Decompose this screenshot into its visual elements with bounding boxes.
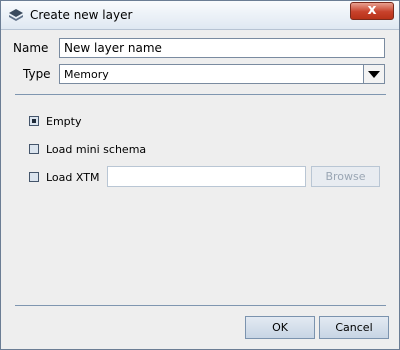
load-mini-schema-radio[interactable] (29, 144, 39, 154)
browse-button[interactable]: Browse (311, 166, 380, 187)
empty-radio[interactable] (29, 116, 39, 126)
close-icon: x (367, 2, 377, 18)
type-select[interactable]: Memory (59, 64, 385, 84)
type-selected-value: Memory (64, 68, 109, 81)
name-input[interactable]: New layer name (59, 38, 385, 58)
title-bar[interactable]: Create new layer x (1, 1, 399, 30)
cancel-button[interactable]: Cancel (319, 316, 389, 339)
empty-option-label[interactable]: Empty (46, 115, 81, 128)
ok-button[interactable]: OK (245, 316, 315, 339)
dialog-title: Create new layer (30, 8, 133, 22)
load-mini-schema-label[interactable]: Load mini schema (46, 143, 146, 156)
type-label: Type (23, 67, 51, 81)
layers-icon (9, 9, 23, 21)
top-separator (15, 94, 386, 95)
bottom-separator (15, 305, 386, 306)
create-layer-dialog: Create new layer x Name New layer name T… (0, 0, 400, 350)
load-xtm-radio[interactable] (29, 172, 39, 182)
name-label: Name (13, 41, 49, 55)
load-xtm-label[interactable]: Load XTM (46, 171, 99, 184)
chevron-down-icon[interactable] (363, 65, 384, 83)
xtm-path-input[interactable] (107, 166, 306, 187)
close-button[interactable]: x (350, 2, 394, 20)
